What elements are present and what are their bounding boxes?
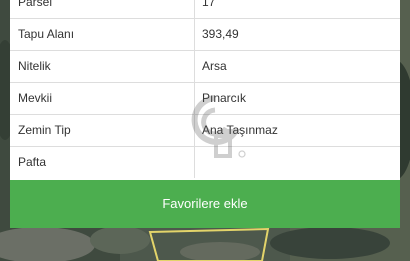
column-divider xyxy=(194,83,195,114)
detail-label: Mevkii xyxy=(18,91,53,105)
detail-value: 17 xyxy=(202,0,216,9)
detail-label: Nitelik xyxy=(18,59,51,73)
detail-row-tapu-alani: Tapu Alanı 393,49 xyxy=(10,19,400,51)
detail-value: Arsa xyxy=(202,59,227,73)
detail-value: Ana Taşınmaz xyxy=(202,123,278,137)
detail-value: Pınarcık xyxy=(202,91,247,105)
detail-row-nitelik: Nitelik Arsa xyxy=(10,51,400,83)
detail-label: Pafta xyxy=(18,155,47,169)
detail-row-zemin-tip: Zemin Tip Ana Taşınmaz xyxy=(10,115,400,147)
add-to-favorites-button[interactable]: Favorilere ekle xyxy=(10,180,400,228)
detail-label: Zemin Tip xyxy=(18,123,71,137)
detail-row-parsel: Parsel 17 xyxy=(10,0,400,19)
column-divider xyxy=(194,0,195,18)
column-divider xyxy=(194,115,195,146)
column-divider xyxy=(194,147,195,178)
detail-row-mevkii: Mevkii Pınarcık xyxy=(10,83,400,115)
column-divider xyxy=(194,19,195,50)
column-divider xyxy=(194,51,195,82)
parcel-details-table: Parsel 17 Tapu Alanı 393,49 Nitelik Arsa… xyxy=(10,0,400,180)
detail-label: Tapu Alanı xyxy=(18,27,75,41)
detail-row-pafta: Pafta xyxy=(10,147,400,179)
parcel-info-screen: Parsel 17 Tapu Alanı 393,49 Nitelik Arsa… xyxy=(0,0,410,261)
detail-label: Parsel xyxy=(18,0,53,9)
detail-value: 393,49 xyxy=(202,27,239,41)
